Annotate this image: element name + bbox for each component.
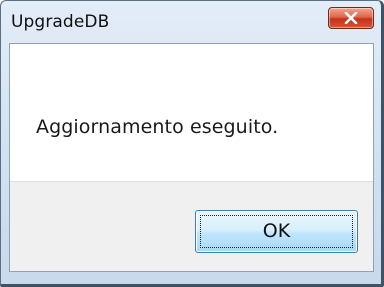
message-text: Aggiornamento eseguito. xyxy=(36,116,279,138)
dialog-body: Aggiornamento eseguito. OK xyxy=(9,43,374,272)
title-bar[interactable]: UpgradeDB xyxy=(1,1,381,43)
button-area: OK xyxy=(10,181,373,271)
window-title: UpgradeDB xyxy=(11,12,110,32)
ok-button-label: OK xyxy=(262,220,291,242)
dialog-window: UpgradeDB Aggiornamento eseguito. OK xyxy=(0,0,384,287)
ok-button[interactable]: OK xyxy=(195,210,358,253)
close-button[interactable] xyxy=(328,7,374,29)
close-icon xyxy=(344,12,358,24)
